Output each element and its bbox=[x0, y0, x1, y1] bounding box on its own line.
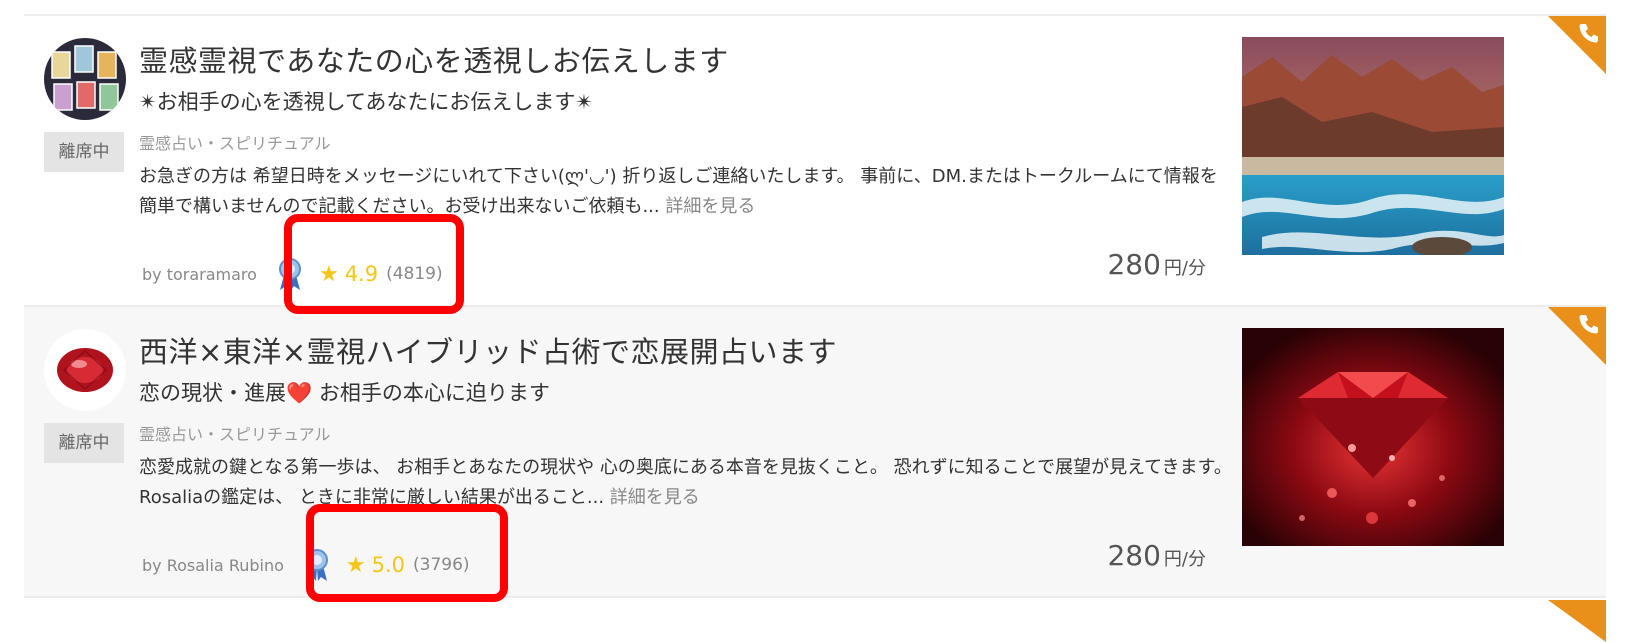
price-unit: 円/分 bbox=[1163, 258, 1206, 279]
avatar[interactable] bbox=[44, 38, 126, 120]
status-badge: 離席中 bbox=[44, 132, 124, 172]
card-subtitle: 恋の現状・進展❤️ お相手の本心に迫ります bbox=[139, 381, 550, 405]
more-link[interactable]: 詳細を見る bbox=[665, 196, 755, 217]
phone-badge bbox=[1548, 600, 1606, 642]
card-description: 恋愛成就の鍵となる第一歩は、 お相手とあなたの現状や 心の奥底にある本音を見抜く… bbox=[139, 453, 1234, 513]
card-description: お急ぎの方は 希望日時をメッセージにいれて下さい(ლ'◡') 折り返しご連絡いた… bbox=[139, 162, 1234, 222]
red-gem-photo[interactable] bbox=[1242, 328, 1504, 546]
more-link[interactable]: 詳細を見る bbox=[610, 487, 700, 508]
landscape-photo[interactable] bbox=[1242, 37, 1504, 255]
fortune-teller-card[interactable]: 離席中 霊感霊視であなたの心を透視しお伝えします ✴お相手の心を透視してあなたに… bbox=[24, 16, 1606, 307]
card-subtitle: ✴お相手の心を透視してあなたにお伝えします✴ bbox=[139, 90, 593, 114]
fortune-teller-card[interactable] bbox=[24, 600, 1606, 642]
category-label[interactable]: 霊感占い・スピリチュアル bbox=[139, 130, 331, 154]
category-label[interactable]: 霊感占い・スピリチュアル bbox=[139, 421, 331, 445]
author-name[interactable]: by Rosalia Rubino bbox=[142, 556, 284, 575]
phone-icon bbox=[1576, 311, 1602, 337]
fortune-teller-card[interactable]: 離席中 西洋×東洋×霊視ハイブリッド占術で恋展開占います 恋の現状・進展❤️ お… bbox=[24, 307, 1606, 598]
rating-highlight bbox=[306, 504, 508, 602]
status-badge: 離席中 bbox=[44, 423, 124, 463]
price-value: 280 bbox=[1107, 248, 1161, 281]
price: 280 円/分 bbox=[1107, 248, 1206, 281]
price-unit: 円/分 bbox=[1163, 549, 1206, 570]
card-title[interactable]: 霊感霊視であなたの心を透視しお伝えします bbox=[139, 38, 729, 80]
rating-highlight bbox=[284, 214, 464, 314]
price: 280 円/分 bbox=[1107, 539, 1206, 572]
phone-icon bbox=[1576, 20, 1602, 46]
avatar[interactable] bbox=[44, 329, 126, 411]
card-title[interactable]: 西洋×東洋×霊視ハイブリッド占術で恋展開占います bbox=[139, 329, 837, 371]
price-value: 280 bbox=[1107, 539, 1161, 572]
author-name[interactable]: by toraramaro bbox=[142, 265, 257, 284]
